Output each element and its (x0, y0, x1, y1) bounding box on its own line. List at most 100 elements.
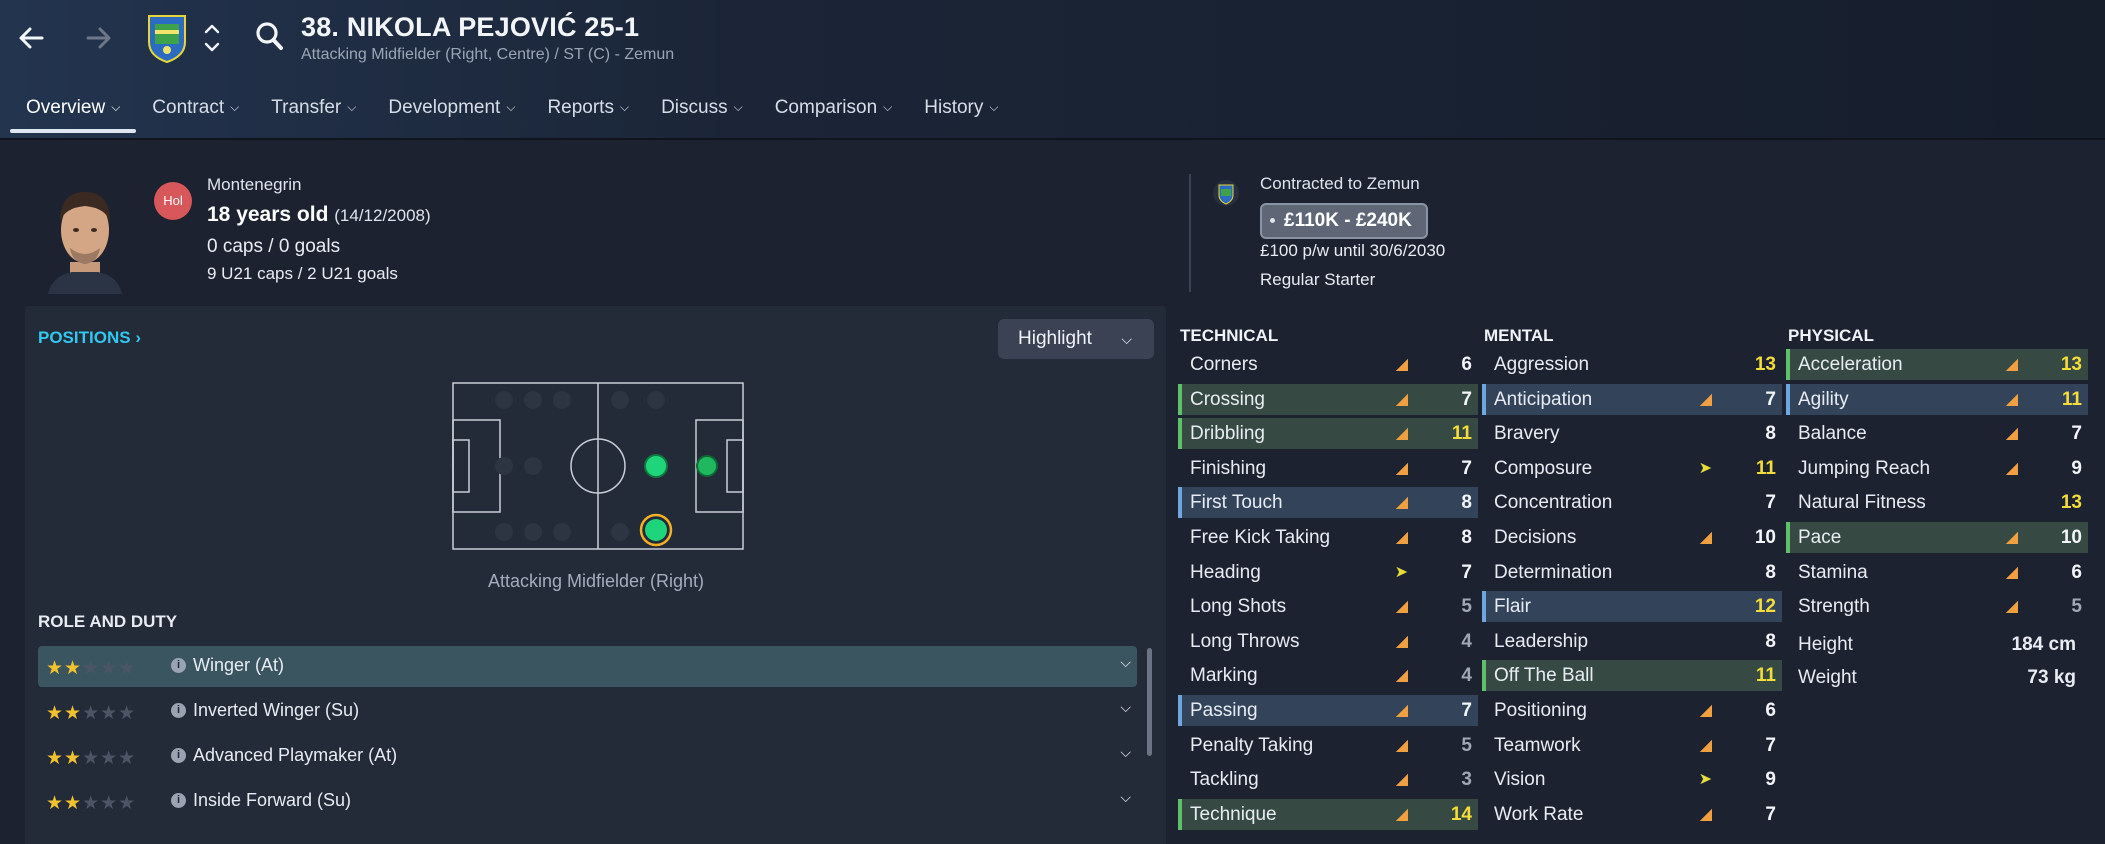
role-row-inside-forward[interactable]: ★★★★★ i Inside Forward (Su) ⌵ (38, 781, 1137, 822)
tab-development[interactable]: Development ⌵ (372, 92, 531, 132)
role-duty-heading: ROLE AND DUTY (38, 612, 178, 631)
attribute-row[interactable]: Strength ◢ 5 (1786, 591, 2088, 622)
tab-discuss[interactable]: Discuss ⌵ (645, 92, 759, 132)
squad-status: Regular Starter (1260, 270, 1376, 289)
attribute-row[interactable]: Composure ➤ 11 (1482, 453, 1782, 484)
player-subtitle: Attacking Midfielder (Right, Centre) / S… (301, 46, 675, 63)
info-icon[interactable]: i (171, 703, 186, 718)
arrow-icon: ◢ (2005, 390, 2018, 408)
attribute-name: Strength (1798, 596, 1870, 618)
technical-attributes: TECHNICAL Corners ◢ 6 Crossing ◢ 7 Dribbling… (1178, 320, 1478, 833)
attribute-name: Leadership (1494, 630, 1589, 652)
selected-position-label: Attacking Midfielder (Right) (487, 571, 705, 591)
tab-reports[interactable]: Reports ⌵ (531, 92, 645, 132)
attribute-row[interactable]: Balance ◢ 7 (1786, 418, 2088, 449)
attribute-row[interactable]: Corners ◢ 6 (1178, 349, 1478, 380)
attribute-value: 6 (2071, 561, 2082, 583)
attribute-row[interactable]: Long Throws ◢ 4 (1178, 626, 1478, 657)
attribute-name: Crossing (1190, 388, 1265, 410)
player-updown-icon[interactable] (200, 18, 224, 58)
tab-contract[interactable]: Contract ⌵ (136, 92, 255, 132)
attribute-value: 7 (1461, 388, 1472, 410)
attribute-row[interactable]: Positioning ◢ 6 (1482, 695, 1782, 726)
arrow-icon: ◢ (2005, 528, 2018, 546)
attribute-name: Free Kick Taking (1190, 526, 1331, 548)
tab-history[interactable]: History ⌵ (908, 92, 1014, 132)
chevron-down-icon[interactable]: ⌵ (1120, 699, 1131, 716)
attribute-row[interactable]: Long Shots ◢ 5 (1178, 591, 1478, 622)
attribute-row[interactable]: Off The Ball 11 (1482, 660, 1782, 692)
chevron-down-icon: ⌵ (989, 100, 999, 114)
attribute-row[interactable]: First Touch ◢ 8 (1178, 487, 1478, 519)
role-row-advanced-playmaker[interactable]: ★★★★★ i Advanced Playmaker (At) ⌵ (38, 736, 1137, 777)
attribute-row[interactable]: Aggression 13 (1482, 349, 1782, 380)
attribute-row[interactable]: Marking ◢ 4 (1178, 660, 1478, 691)
attribute-row[interactable]: Decisions ◢ 10 (1482, 522, 1782, 553)
attribute-row[interactable]: Crossing ◢ 7 (1178, 383, 1478, 415)
attribute-row[interactable]: Agility ◢ 11 (1786, 383, 2088, 415)
attribute-name: Decisions (1494, 526, 1577, 548)
back-arrow-icon[interactable] (12, 18, 52, 58)
attribute-value: 5 (1461, 734, 1472, 756)
positions-link[interactable]: POSITIONS › (38, 328, 141, 348)
attribute-row[interactable]: Flair 12 (1482, 591, 1782, 623)
info-icon[interactable]: i (171, 793, 186, 808)
attribute-row[interactable]: Passing ◢ 7 (1178, 694, 1478, 726)
info-icon[interactable]: i (171, 748, 186, 763)
attribute-row[interactable]: Heading ➤ 7 (1178, 557, 1478, 588)
arrow-icon: ◢ (1699, 528, 1712, 546)
attribute-row[interactable]: Finishing ◢ 7 (1178, 453, 1478, 484)
attribute-row[interactable]: Stamina ◢ 6 (1786, 557, 2088, 588)
search-icon[interactable] (254, 20, 286, 54)
forward-arrow-icon[interactable] (78, 18, 118, 58)
attribute-value: 8 (1765, 561, 1776, 583)
contract-club[interactable]: Contracted to Zemun (1260, 174, 1420, 194)
tab-transfer[interactable]: Transfer ⌵ (255, 92, 372, 132)
role-row-winger[interactable]: ★★★★★ i Winger (At) ⌵ (38, 646, 1137, 687)
attribute-row[interactable]: Dribbling ◢ 11 (1178, 418, 1478, 450)
chevron-down-icon[interactable]: ⌵ (1120, 744, 1131, 761)
arrow-icon: ➤ (1698, 459, 1712, 477)
nationality[interactable]: Montenegrin (207, 175, 302, 195)
attribute-row[interactable]: Teamwork ◢ 7 (1482, 730, 1782, 761)
chevron-down-icon[interactable]: ⌵ (1120, 654, 1131, 671)
attribute-row[interactable]: Tackling ◢ 3 (1178, 764, 1478, 795)
chevron-down-icon[interactable]: ⌵ (1120, 789, 1131, 806)
attribute-row[interactable]: Leadership 8 (1482, 626, 1782, 657)
attribute-row[interactable]: Jumping Reach ◢ 9 (1786, 453, 2088, 484)
holiday-badge[interactable]: Hol (154, 182, 192, 220)
attribute-row[interactable]: Anticipation ◢ 7 (1482, 383, 1782, 415)
club-crest-icon[interactable] (146, 12, 188, 64)
value-badge[interactable]: £110K - £240K (1260, 203, 1428, 239)
role-row-inverted-winger[interactable]: ★★★★★ i Inverted Winger (Su) ⌵ (38, 691, 1137, 732)
attribute-row[interactable]: Penalty Taking ◢ 5 (1178, 730, 1478, 761)
positions-label: POSITIONS (38, 328, 131, 347)
role-rating-stars: ★★★★★ (46, 658, 137, 679)
tab-comparison[interactable]: Comparison ⌵ (759, 92, 909, 132)
arrow-icon: ➤ (1394, 563, 1408, 581)
attribute-row[interactable]: Natural Fitness 13 (1786, 487, 2088, 518)
roles-scrollbar[interactable] (1147, 648, 1152, 756)
position-pitch[interactable] (450, 380, 746, 552)
attribute-row[interactable]: Technique ◢ 14 (1178, 798, 1478, 830)
arrow-icon: ◢ (1395, 528, 1408, 546)
height-row: Height 184 cm (1786, 628, 2088, 661)
attribute-row[interactable]: Pace ◢ 10 (1786, 521, 2088, 553)
arrow-icon: ◢ (1395, 356, 1408, 373)
attribute-row[interactable]: Free Kick Taking ◢ 8 (1178, 522, 1478, 553)
attribute-row[interactable]: Determination 8 (1482, 557, 1782, 588)
attribute-row[interactable]: Work Rate ◢ 7 (1482, 799, 1782, 830)
highlight-dropdown[interactable]: Highlight ⌵ (998, 319, 1154, 359)
attribute-row[interactable]: Acceleration ◢ 13 (1786, 349, 2088, 380)
attribute-name: Anticipation (1494, 388, 1593, 410)
attribute-row[interactable]: Concentration 7 (1482, 487, 1782, 518)
attribute-name: Acceleration (1798, 354, 1903, 375)
info-icon[interactable]: i (171, 658, 186, 673)
attribute-name: Flair (1494, 596, 1531, 618)
attribute-value: 10 (1754, 526, 1776, 548)
arrow-icon: ◢ (1395, 771, 1408, 789)
attribute-row[interactable]: Vision ➤ 9 (1482, 764, 1782, 795)
attribute-row[interactable]: Bravery 8 (1482, 418, 1782, 449)
club-crest-icon[interactable] (1212, 178, 1240, 208)
tab-overview[interactable]: Overview ⌵ (10, 92, 137, 133)
